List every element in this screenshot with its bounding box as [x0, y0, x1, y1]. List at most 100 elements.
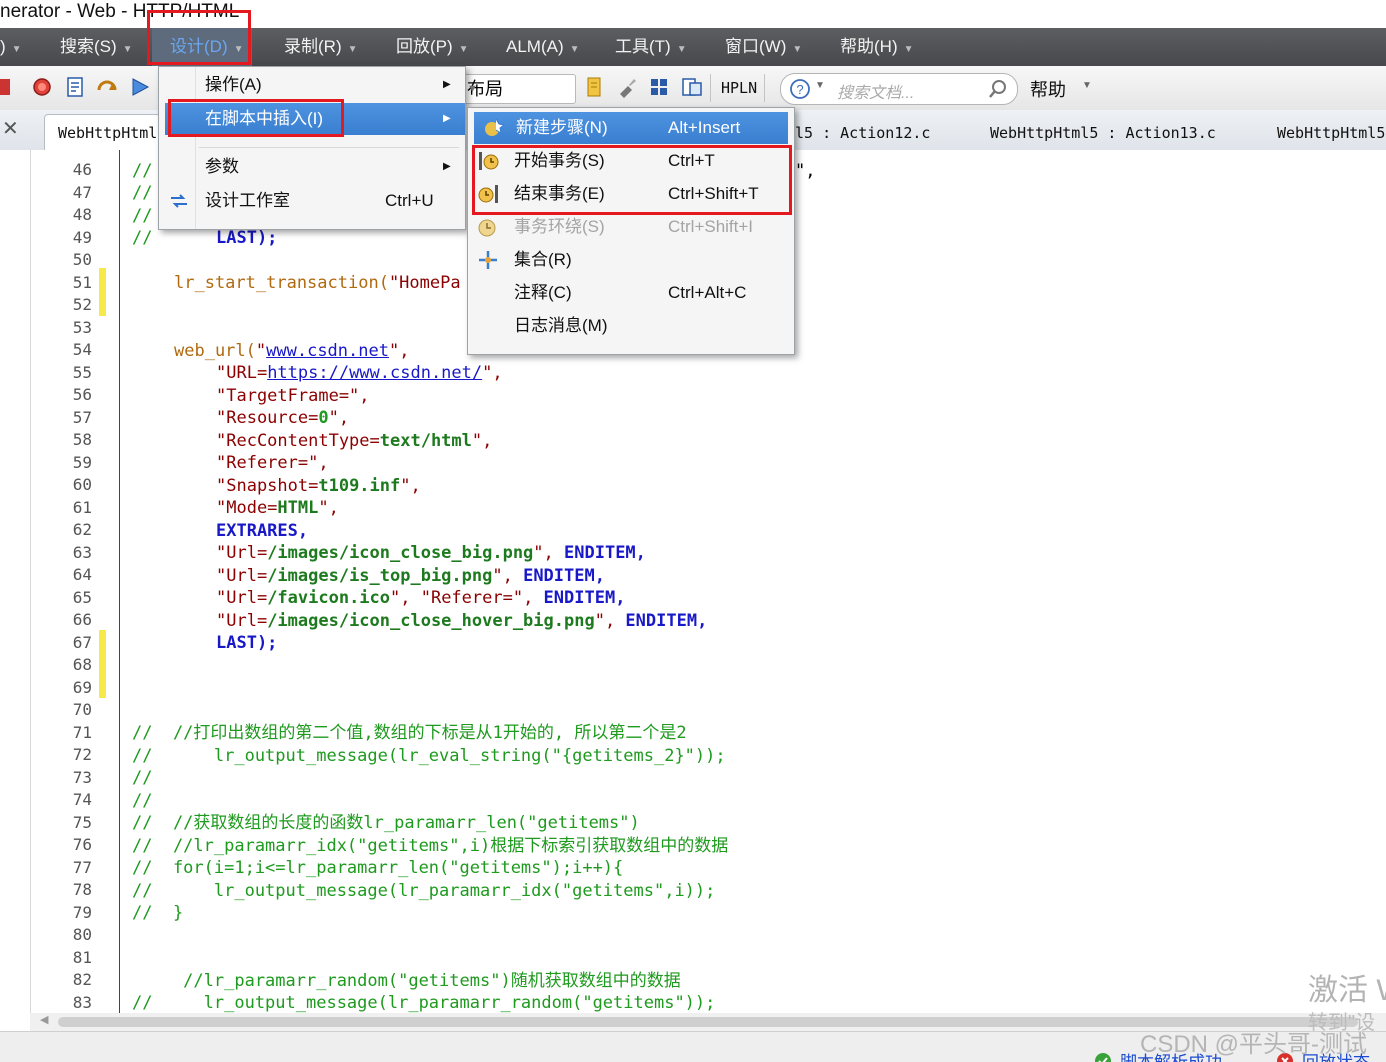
help-button[interactable]: 帮助: [1030, 76, 1066, 102]
code-line-61: "Mode=HTML",: [216, 498, 339, 518]
line-number: 78: [72, 880, 92, 899]
code-line-74: //: [132, 791, 153, 811]
menu-item-log-message[interactable]: 日志消息(M): [468, 310, 794, 342]
script-icon[interactable]: [64, 76, 86, 98]
line-number: 73: [72, 767, 92, 787]
menu-window[interactable]: 窗口(W) ▼: [725, 28, 802, 66]
line-number: 65: [72, 587, 92, 607]
code-line-51: lr_start_transaction("HomePa: [174, 273, 461, 293]
help-circle-icon: ?: [790, 79, 810, 99]
app-window: nerator - Web - HTTP/HTML ) ▼ 搜索(S) ▼ 设计(D…: [0, 0, 1386, 1062]
menu-item-design-studio[interactable]: 设计工作室 Ctrl+U: [159, 185, 465, 217]
brush-icon[interactable]: [616, 76, 638, 98]
menu-search[interactable]: 搜索(S) ▼: [60, 28, 133, 66]
layout-combo[interactable]: 布局 ▼: [462, 74, 576, 104]
code-line-82: //lr_paramarr_random("getitems")随机获取数组中的…: [132, 971, 681, 991]
design-menu: 操作(A) ▶ 在脚本中插入(I) ▶ 参数 ▶ 设计工作室 Ctrl+U: [158, 66, 466, 230]
menu-partial[interactable]: ) ▼: [0, 28, 22, 66]
code-line-65: "Url=/favicon.ico", "Referer=", ENDITEM,: [216, 588, 626, 608]
hpln-button[interactable]: HPLN: [721, 79, 757, 97]
grid-icon[interactable]: [648, 76, 670, 98]
menu-item-rendezvous[interactable]: 集合(R): [468, 244, 794, 276]
step-icon[interactable]: [96, 76, 118, 98]
menu-separator: [199, 147, 459, 148]
code-line-73: //: [132, 768, 153, 788]
tab-action13[interactable]: WebHttpHtml5 : Action13.c: [990, 124, 1216, 142]
success-check-icon: [1095, 1053, 1111, 1062]
code-line-60: "Snapshot=t109.inf",: [216, 476, 421, 496]
highlight-transaction-items: [472, 145, 792, 215]
line-number: 81: [72, 947, 92, 967]
code-line-46: //: [132, 161, 153, 181]
menu-item-action[interactable]: 操作(A) ▶: [159, 69, 465, 101]
code-line-46-tail: ",: [795, 161, 816, 181]
code-line-83: // lr_output_message(lr_paramarr_random(…: [132, 993, 716, 1013]
code-line-54: web_url("www.csdn.net",: [174, 341, 410, 361]
code-line-72: // lr_output_message(lr_eval_string("{ge…: [132, 746, 726, 766]
window-icon[interactable]: [681, 76, 703, 98]
line-number: 63: [72, 542, 92, 562]
line-number: 70: [72, 700, 92, 719]
line-number: 58: [72, 430, 92, 449]
chevron-down-icon[interactable]: ▼: [1082, 80, 1092, 91]
rendezvous-icon: [479, 251, 497, 269]
toolbar-separator: [764, 74, 765, 102]
search-icon[interactable]: [987, 78, 1009, 100]
line-number: 83: [72, 992, 92, 1012]
menu-item-comment[interactable]: 注释(C) Ctrl+Alt+C: [468, 277, 794, 309]
line-number: 50: [72, 250, 92, 269]
menu-tools[interactable]: 工具(T) ▼: [615, 28, 687, 66]
line-number: 60: [72, 475, 92, 494]
close-icon[interactable]: ✕: [2, 116, 19, 141]
menu-item-surround-transaction[interactable]: 事务环绕(S) Ctrl+Shift+I: [468, 211, 794, 243]
menu-record[interactable]: 录制(R) ▼: [284, 28, 358, 66]
line-number: 76: [72, 835, 92, 854]
line-number: 46: [72, 160, 92, 179]
line-number: 54: [72, 340, 92, 359]
toolbar-separator: [710, 74, 711, 102]
line-number: 62: [72, 520, 92, 539]
line-number: 48: [72, 205, 92, 224]
menu-replay[interactable]: 回放(P) ▼: [396, 28, 469, 66]
code-line-58: "RecContentType=text/html",: [216, 431, 493, 451]
save-icon[interactable]: [0, 76, 22, 98]
play-icon[interactable]: [129, 76, 151, 98]
svg-text:?: ?: [796, 82, 803, 97]
menu-item-parameters[interactable]: 参数 ▶: [159, 151, 465, 183]
line-number: 51: [72, 272, 92, 292]
watermark-csdn: CSDN @平头哥-测试: [1140, 1031, 1368, 1058]
code-line-77: // for(i=1;i<=lr_paramarr_len("getitems"…: [132, 858, 624, 878]
line-number: 64: [72, 565, 92, 584]
line-number: 80: [72, 925, 92, 944]
line-number: 82: [72, 970, 92, 989]
tab-active-label[interactable]: WebHttpHtml: [58, 124, 157, 142]
code-line-59: "Referer=",: [216, 453, 329, 473]
record-icon[interactable]: [31, 76, 53, 98]
tab-webhttphtml5[interactable]: WebHttpHtml5: [1277, 124, 1385, 142]
code-line-47: //: [132, 183, 153, 203]
code-line-56: "TargetFrame=",: [216, 386, 370, 406]
code-line-63: "Url=/images/icon_close_big.png", ENDITE…: [216, 543, 646, 563]
editor-left-margin: [0, 150, 31, 1020]
line-number: 61: [72, 497, 92, 517]
line-number: 59: [72, 452, 92, 472]
code-line-55: "URL=https://www.csdn.net/",: [216, 363, 503, 383]
menu-item-new-step[interactable]: 新建步骤(N) Alt+Insert: [474, 112, 788, 144]
line-number: 52: [72, 295, 92, 314]
tab-action12[interactable]: l5 : Action12.c: [795, 124, 930, 142]
bookmark-icon[interactable]: [583, 76, 605, 98]
search-placeholder: 搜索文档...: [837, 85, 915, 102]
code-line-71: // //打印出数组的第二个值,数组的下标是从1开始的, 所以第二个是2: [132, 723, 687, 743]
modified-marker: [99, 268, 106, 316]
line-number: 68: [72, 655, 92, 674]
scroll-left-icon[interactable]: ◀: [40, 1013, 48, 1026]
menu-alm[interactable]: ALM(A) ▼: [506, 28, 580, 66]
line-number: 49: [72, 227, 92, 247]
line-number: 55: [72, 362, 92, 382]
menu-help[interactable]: 帮助(H) ▼: [840, 28, 914, 66]
code-line-75: // //获取数组的长度的函数lr_paramarr_len("getitems…: [132, 813, 640, 833]
line-number: 71: [72, 722, 92, 742]
search-input[interactable]: ? ▼ 搜索文档...: [780, 73, 1018, 105]
code-line-76: // //lr_paramarr_idx("getitems",i)根据下标索引…: [132, 836, 729, 856]
code-line-79: // }: [132, 903, 184, 923]
